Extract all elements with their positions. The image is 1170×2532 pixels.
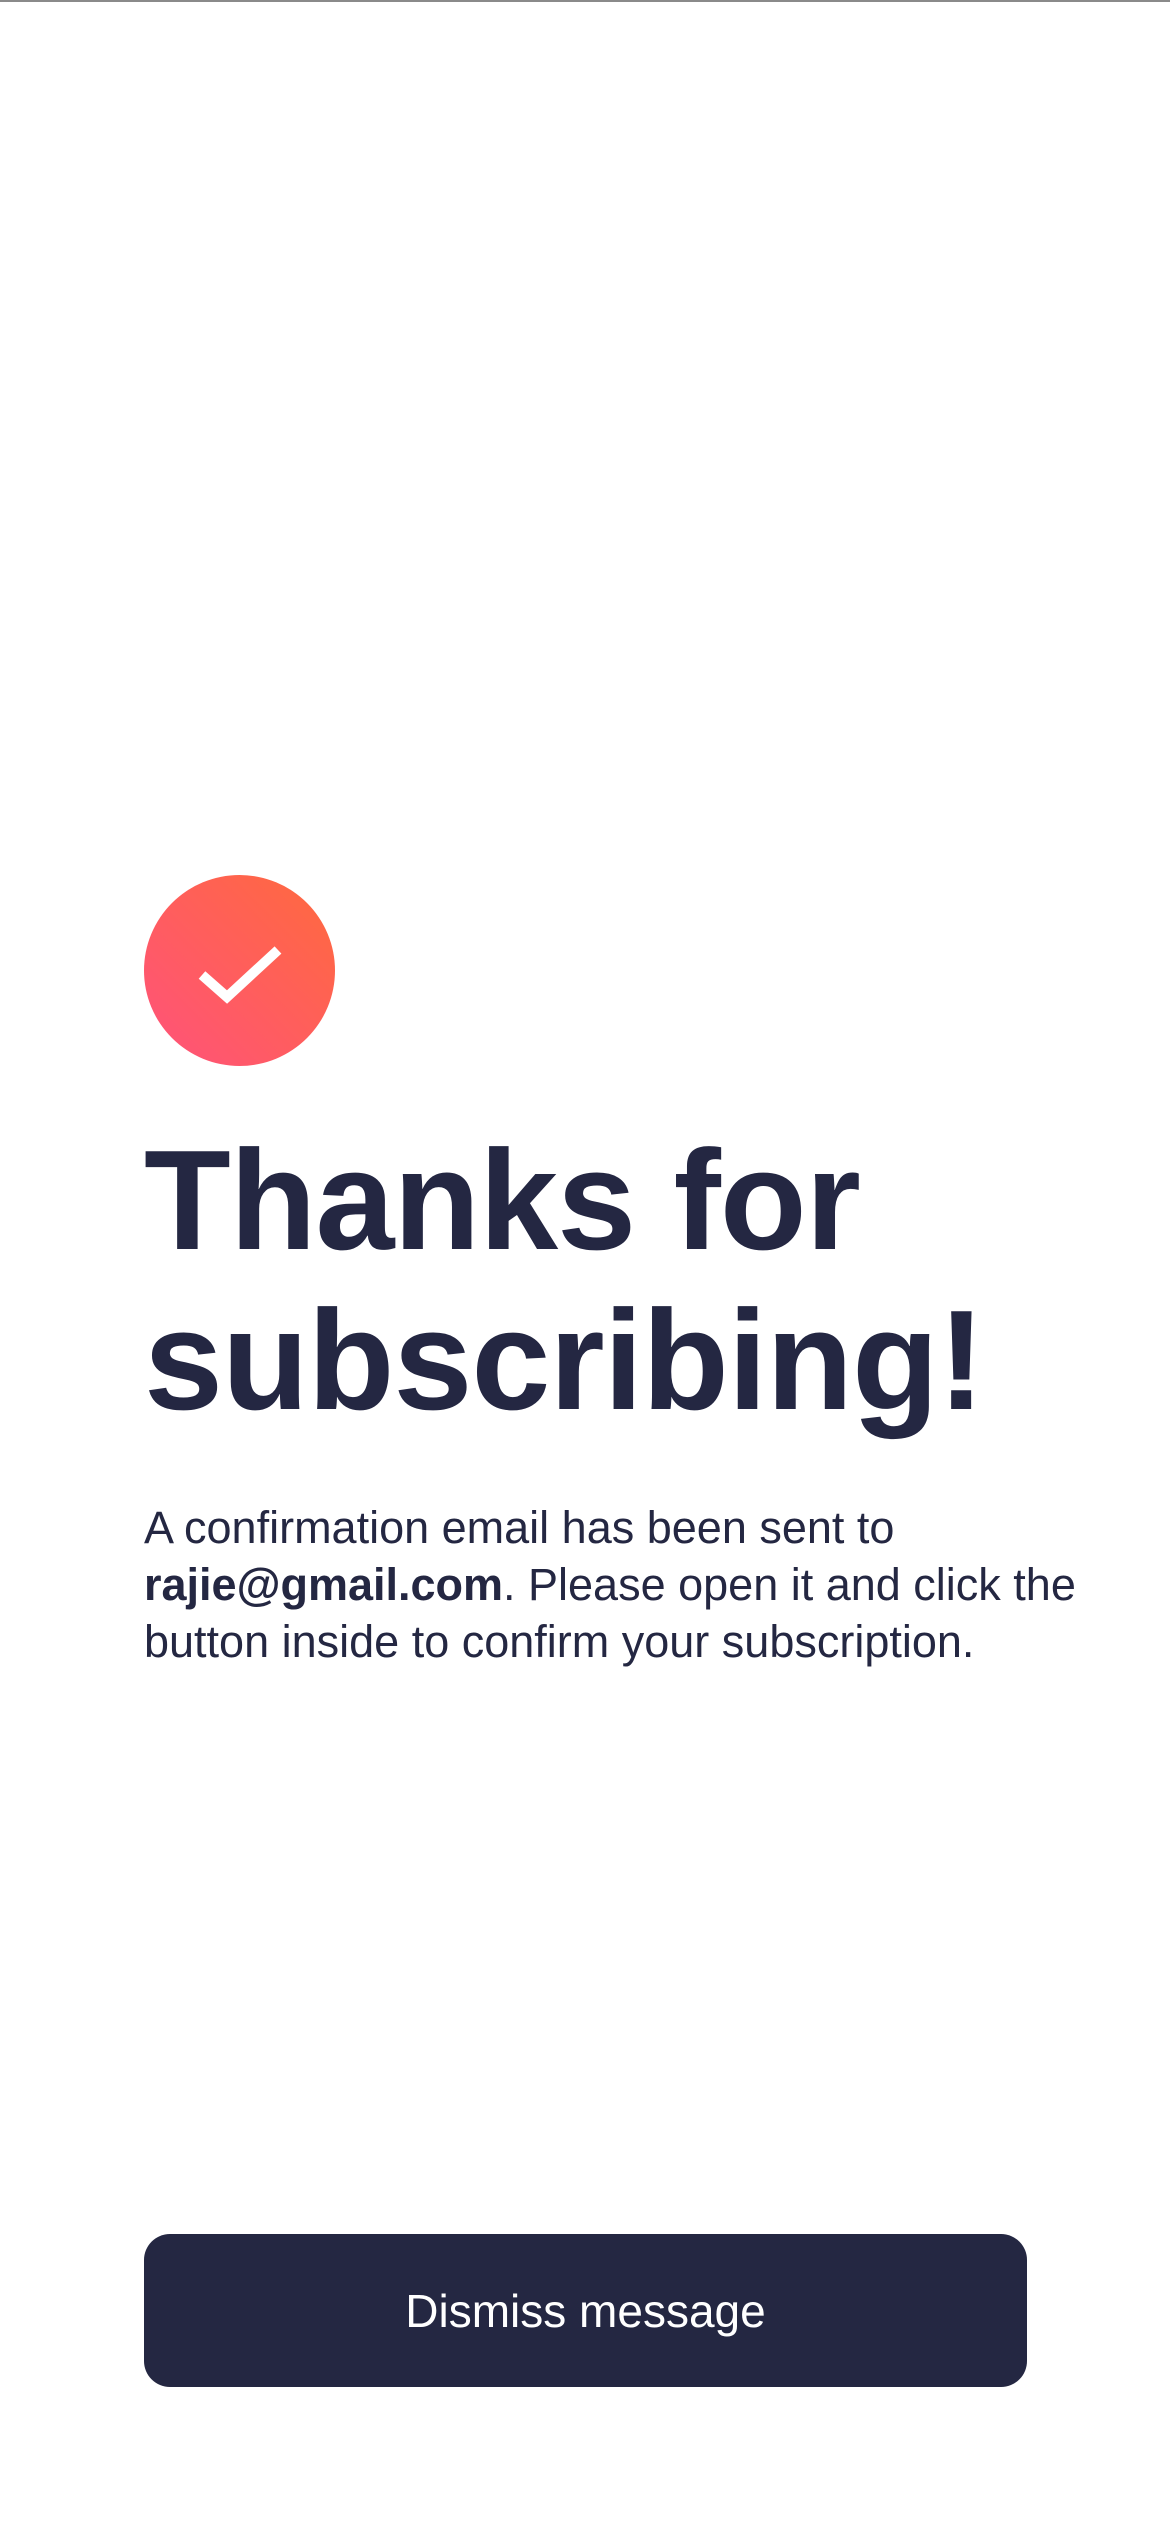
confirmation-message-prefix: A confirmation email has been sent to	[144, 1502, 895, 1553]
subscription-confirmation: Thanks for subscribing! A confirmation e…	[144, 875, 1124, 1715]
success-badge	[144, 875, 335, 1066]
email-address: rajie@gmail.com	[144, 1559, 504, 1610]
confirmation-message: A confirmation email has been sent to ra…	[144, 1499, 1124, 1670]
checkmark-icon	[198, 945, 281, 1004]
top-divider	[0, 0, 1170, 2]
dismiss-message-button[interactable]: Dismiss message	[144, 2234, 1027, 2387]
page-title: Thanks for subscribing!	[144, 1121, 985, 1440]
